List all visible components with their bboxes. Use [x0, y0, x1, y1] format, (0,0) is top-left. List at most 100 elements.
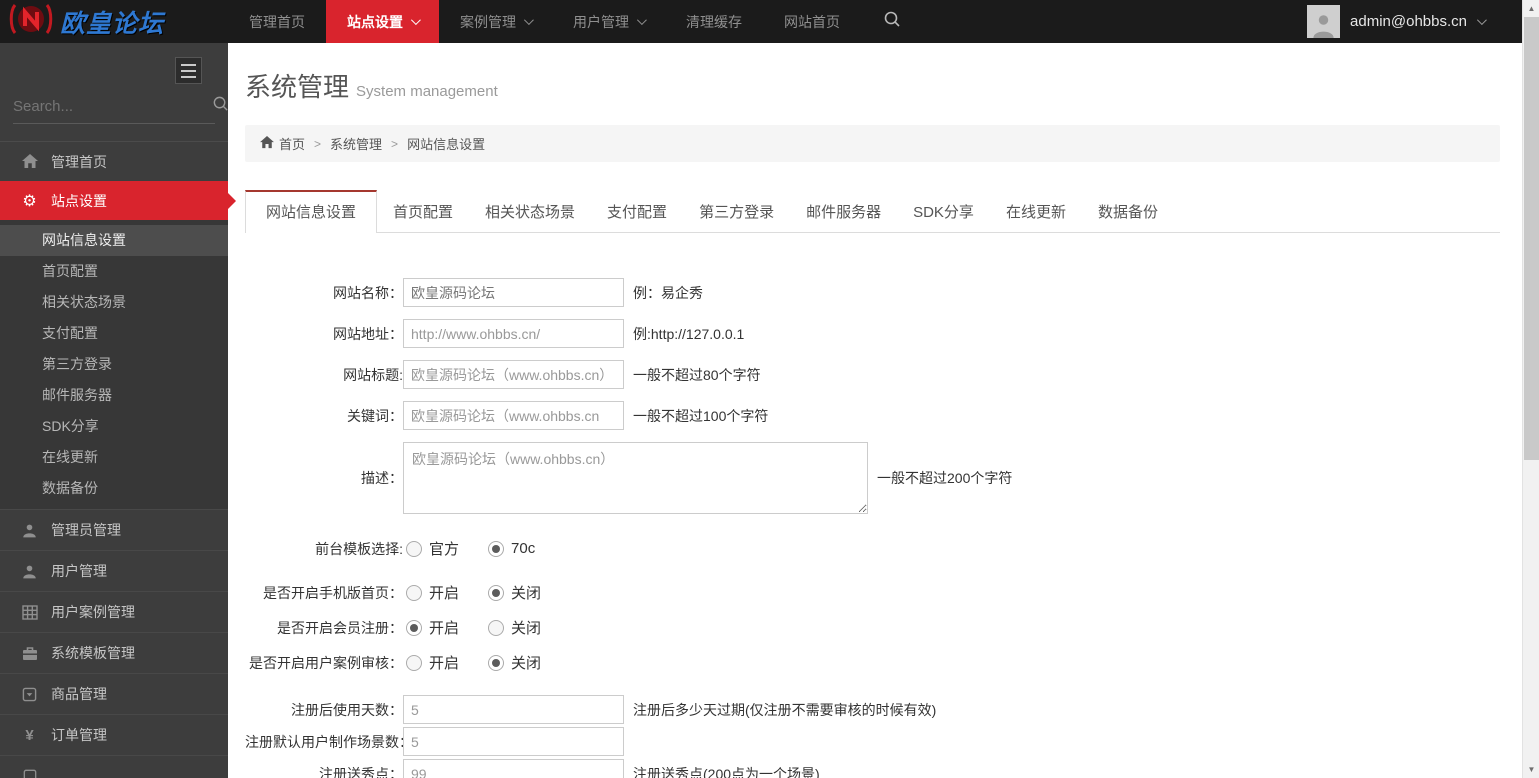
radio-template-70c[interactable] — [488, 541, 504, 557]
breadcrumb-separator: > — [391, 137, 398, 151]
site-name-input[interactable] — [403, 278, 624, 307]
form-row-member-register: 是否开启会员注册： 开启 关闭 — [245, 617, 1500, 638]
sidebar-item-admin-management[interactable]: 管理员管理 — [0, 509, 228, 550]
topbar-search-button[interactable] — [869, 0, 915, 43]
search-icon — [883, 10, 901, 33]
sidebar-subitem-online-update[interactable]: 在线更新 — [0, 442, 228, 473]
chevron-down-icon — [1477, 15, 1487, 25]
register-points-input[interactable] — [403, 759, 624, 778]
radio-mobile-on[interactable] — [406, 585, 422, 601]
user-icon — [21, 523, 38, 538]
site-url-input[interactable] — [403, 319, 624, 348]
tab-data-backup[interactable]: 数据备份 — [1082, 191, 1174, 232]
form-row-keywords: 关键词： 一般不超过100个字符 — [245, 401, 1500, 430]
topbar-user-menu[interactable]: admin@ohbbs.cn — [1307, 0, 1522, 43]
scrollbar-thumb[interactable] — [1524, 17, 1539, 460]
radio-mobile-off[interactable] — [488, 585, 504, 601]
avatar — [1307, 5, 1340, 38]
home-icon — [21, 154, 38, 169]
sidebar-submenu: 网站信息设置 首页配置 相关状态场景 支付配置 第三方登录 邮件服务器 SDK分… — [0, 220, 228, 509]
sidebar-item-site-settings[interactable]: ⚙ 站点设置 — [0, 181, 228, 220]
sidebar-item-user-management[interactable]: 用户管理 — [0, 550, 228, 591]
sidebar-subitem-payment-config[interactable]: 支付配置 — [0, 318, 228, 349]
radio-review-off[interactable] — [488, 655, 504, 671]
user-email: admin@ohbbs.cn — [1350, 13, 1467, 30]
table-icon — [21, 605, 38, 620]
site-info-form: 网站名称： 例：易企秀 网站地址： 例:http://127.0.0.1 网站标… — [245, 278, 1500, 778]
breadcrumb-home[interactable]: 首页 — [260, 134, 305, 153]
sidebar-item-partial[interactable] — [0, 755, 228, 778]
radio-register-off[interactable] — [488, 620, 504, 636]
main-content: 系统管理System management 首页 > 系统管理 > 网站信息设置… — [228, 43, 1522, 778]
keywords-input[interactable] — [403, 401, 624, 430]
chevron-down-icon — [524, 15, 534, 25]
radio-template-official[interactable] — [406, 541, 422, 557]
sidebar-subitem-related-status[interactable]: 相关状态场景 — [0, 287, 228, 318]
square-icon — [21, 769, 38, 778]
sidebar-item-template-management[interactable]: 系统模板管理 — [0, 632, 228, 673]
search-icon[interactable] — [212, 95, 229, 117]
home-icon — [260, 136, 274, 152]
tab-payment-config[interactable]: 支付配置 — [591, 191, 683, 232]
chevron-down-icon — [411, 15, 421, 25]
form-row-site-title: 网站标题: 一般不超过80个字符 — [245, 360, 1500, 389]
gears-icon: ⚙ — [21, 191, 38, 211]
scroll-down-arrow-icon[interactable]: ▼ — [1523, 761, 1539, 778]
form-row-site-name: 网站名称： 例：易企秀 — [245, 278, 1500, 307]
topnav-user-management[interactable]: 用户管理 — [552, 0, 665, 43]
tab-site-info[interactable]: 网站信息设置 — [245, 190, 377, 233]
tab-third-party-login[interactable]: 第三方登录 — [683, 191, 790, 232]
sidebar-item-product-management[interactable]: 商品管理 — [0, 673, 228, 714]
form-row-case-review: 是否开启用户案例审核： 开启 关闭 — [245, 652, 1500, 673]
form-row-site-url: 网站地址： 例:http://127.0.0.1 — [245, 319, 1500, 348]
sidebar-subitem-mail-server[interactable]: 邮件服务器 — [0, 380, 228, 411]
form-row-default-scenes: 注册默认用户制作场景数： — [245, 727, 1500, 756]
sidebar-subitem-third-party-login[interactable]: 第三方登录 — [0, 349, 228, 380]
sidebar-subitem-site-info[interactable]: 网站信息设置 — [0, 225, 228, 256]
tab-mail-server[interactable]: 邮件服务器 — [790, 191, 897, 232]
radio-register-on[interactable] — [406, 620, 422, 636]
sidebar-subitem-data-backup[interactable]: 数据备份 — [0, 473, 228, 504]
tab-sdk-share[interactable]: SDK分享 — [897, 191, 990, 232]
topbar-nav: 管理首页 站点设置 案例管理 用户管理 清理缓存 网站首页 — [228, 0, 915, 43]
user-icon — [21, 564, 38, 579]
form-row-template-select: 前台模板选择: 官方 70c — [245, 538, 1500, 559]
form-row-register-points: 注册送秀点： 注册送秀点(200点为一个场景) — [245, 759, 1500, 778]
radio-review-on[interactable] — [406, 655, 422, 671]
page: 欧皇论坛 管理首页 站点设置 案例管理 用户管理 清理缓存 网站首页 — [0, 0, 1539, 778]
site-title-input[interactable] — [403, 360, 624, 389]
sidebar-search-input[interactable] — [13, 98, 212, 115]
description-textarea[interactable]: 欧皇源码论坛（www.ohbbs.cn） — [403, 442, 868, 514]
scroll-up-arrow-icon[interactable]: ▲ — [1523, 0, 1539, 17]
logo-emblem-icon — [8, 1, 54, 42]
topbar: 欧皇论坛 管理首页 站点设置 案例管理 用户管理 清理缓存 网站首页 — [0, 0, 1522, 43]
sidebar-search — [13, 95, 215, 124]
form-row-days-after-register: 注册后使用天数： 注册后多少天过期(仅注册不需要审核的时候有效) — [245, 695, 1500, 724]
breadcrumb-site-info[interactable]: 网站信息设置 — [407, 134, 485, 153]
sidebar-item-user-case-management[interactable]: 用户案例管理 — [0, 591, 228, 632]
sidebar-item-admin-home[interactable]: 管理首页 — [0, 142, 228, 181]
tab-related-status[interactable]: 相关状态场景 — [469, 191, 591, 232]
logo[interactable]: 欧皇论坛 — [0, 0, 228, 43]
breadcrumb-system-management[interactable]: 系统管理 — [330, 134, 382, 153]
sidebar: 管理首页 ⚙ 站点设置 网站信息设置 首页配置 相关状态场景 支付配置 第三方登… — [0, 43, 228, 778]
topnav-site-home[interactable]: 网站首页 — [763, 0, 861, 43]
sidebar-subitem-homepage-config[interactable]: 首页配置 — [0, 256, 228, 287]
topnav-admin-home[interactable]: 管理首页 — [228, 0, 326, 43]
tab-bar: 网站信息设置 首页配置 相关状态场景 支付配置 第三方登录 邮件服务器 SDK分… — [245, 190, 1500, 233]
hamburger-menu-icon[interactable] — [175, 57, 202, 84]
form-row-description: 描述： 欧皇源码论坛（www.ohbbs.cn） 一般不超过200个字符 — [245, 442, 1500, 514]
days-after-register-input[interactable] — [403, 695, 624, 724]
tab-homepage-config[interactable]: 首页配置 — [377, 191, 469, 232]
sidebar-subitem-sdk-share[interactable]: SDK分享 — [0, 411, 228, 442]
sidebar-item-order-management[interactable]: ¥ 订单管理 — [0, 714, 228, 755]
tab-online-update[interactable]: 在线更新 — [990, 191, 1082, 232]
page-title: 系统管理System management — [245, 67, 1500, 104]
topnav-clear-cache[interactable]: 清理缓存 — [665, 0, 763, 43]
breadcrumb-separator: > — [314, 137, 321, 151]
page-scrollbar[interactable]: ▲ ▼ — [1522, 0, 1539, 778]
default-scenes-input[interactable] — [403, 727, 624, 756]
topnav-case-management[interactable]: 案例管理 — [439, 0, 552, 43]
form-row-mobile-homepage: 是否开启手机版首页： 开启 关闭 — [245, 582, 1500, 603]
topnav-site-settings[interactable]: 站点设置 — [326, 0, 439, 43]
